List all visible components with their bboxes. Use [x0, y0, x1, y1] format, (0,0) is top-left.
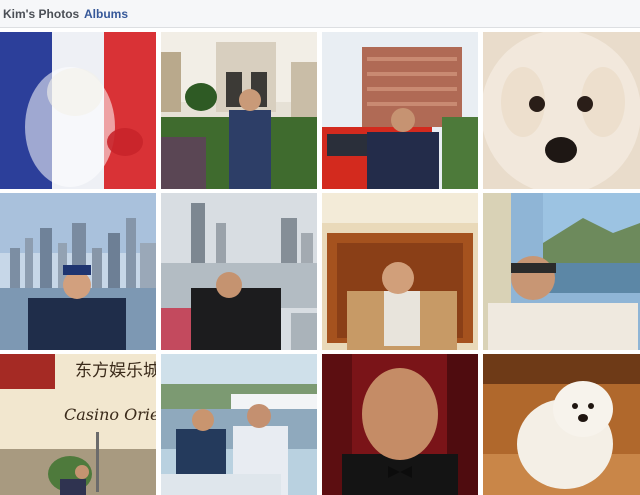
photo-harbor-image: [483, 193, 640, 350]
photo-casino-image: 东方娱乐城 Casino Oriental: [0, 354, 156, 495]
photo-white-dog-image: [483, 32, 640, 189]
photo-thumbnail-man-harbor[interactable]: [483, 193, 640, 350]
photo-boat-image: [161, 354, 317, 495]
tab-kims-photos[interactable]: Kim's Photos: [3, 7, 79, 21]
photo-red-bus-image: [322, 32, 478, 189]
tab-albums[interactable]: Albums: [84, 7, 128, 21]
photo-flag-cat-image: [0, 32, 156, 189]
photo-skyline-image: [0, 193, 156, 350]
photo-thumbnail-man-bowtie[interactable]: [322, 354, 478, 495]
photo-thumbnail-man-river[interactable]: [161, 193, 317, 350]
photo-thumbnail-man-skyline[interactable]: [0, 193, 156, 350]
photo-thumbnail-white-dog[interactable]: [483, 32, 640, 189]
photo-chow-puppy-image: [483, 354, 640, 495]
photo-grid: 东方娱乐城 Casino Oriental: [0, 32, 640, 495]
photos-tab-bar: Kim's Photos Albums: [0, 0, 640, 28]
casino-english-sign: Casino Oriental: [64, 405, 156, 424]
photo-river-image: [161, 193, 317, 350]
photo-courtyard-image: [161, 32, 317, 189]
photo-thumbnail-casino[interactable]: 东方娱乐城 Casino Oriental: [0, 354, 156, 495]
photo-thumbnail-white-chow-puppy[interactable]: [483, 354, 640, 495]
photo-thumbnail-man-chair[interactable]: [322, 193, 478, 350]
photo-thumbnail-flag-cat[interactable]: [0, 32, 156, 189]
photo-thumbnail-man-red-bus[interactable]: [322, 32, 478, 189]
photo-chair-image: [322, 193, 478, 350]
photo-bowtie-image: [322, 354, 478, 495]
photo-thumbnail-two-men-boat[interactable]: [161, 354, 317, 495]
photo-thumbnail-man-courtyard[interactable]: [161, 32, 317, 189]
casino-chinese-sign: 东方娱乐城: [75, 361, 156, 381]
